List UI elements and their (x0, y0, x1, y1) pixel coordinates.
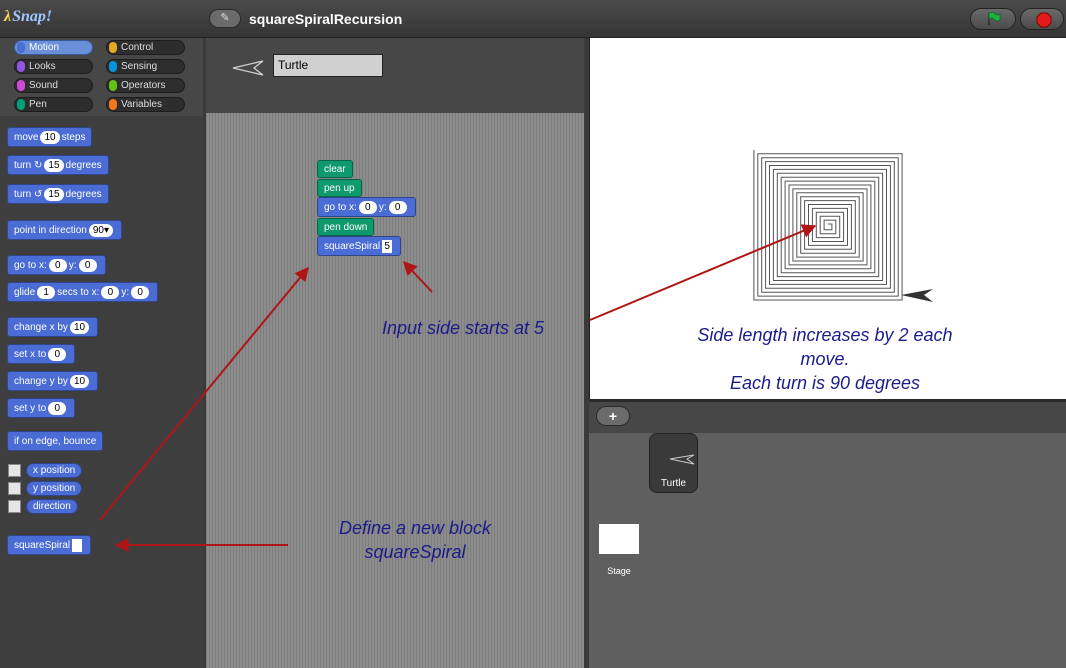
y-input[interactable]: 0 (78, 258, 97, 272)
go-to-xy-block[interactable]: go to x: 0 y: 0 (7, 255, 106, 275)
operators-color-dot (109, 80, 117, 91)
degrees-input[interactable]: 15 (44, 187, 64, 201)
y-position-reporter[interactable]: y position (26, 481, 83, 496)
category-control[interactable]: Control (106, 40, 185, 55)
pen-color-dot (17, 99, 25, 110)
go-to-xy-block[interactable]: go to x: 0 y: 0 (317, 197, 416, 217)
point-in-direction-block[interactable]: point in direction 90▾ (7, 220, 122, 240)
direction-checkbox[interactable] (8, 500, 21, 513)
sound-color-dot (17, 80, 25, 91)
category-sound[interactable]: Sound (14, 78, 93, 93)
change-y-block[interactable]: change y by 10 (7, 371, 99, 391)
turtle-sprite-icon (232, 60, 264, 76)
category-sensing[interactable]: Sensing (106, 59, 185, 74)
y-input[interactable]: 0 (131, 285, 150, 299)
project-title: squareSpiralRecursion (249, 11, 403, 27)
turn-counterclockwise-block[interactable]: turn ↺ 15 degrees (7, 184, 109, 204)
top-bar: λSnap! ✎ squareSpiralRecursion (0, 0, 1066, 38)
annotation-define-block: Define a new block squareSpiral (338, 518, 492, 562)
stage-thumbnail[interactable] (599, 524, 639, 554)
pencil-icon: ✎ (220, 12, 230, 24)
glide-block[interactable]: glide 1 secs to x: 0 y: 0 (7, 282, 159, 302)
snap-logo[interactable]: λSnap! (4, 8, 52, 26)
category-operators[interactable]: Operators (106, 78, 185, 93)
sprite-corral: Turtle Stage (589, 433, 1066, 668)
pen-up-block[interactable]: pen up (317, 179, 362, 197)
y-position-checkbox[interactable] (8, 482, 21, 495)
dx-input[interactable]: 10 (69, 320, 90, 334)
move-steps-block[interactable]: move 10 steps (7, 127, 93, 147)
sprite-thumbnail-turtle[interactable]: Turtle (649, 433, 698, 493)
y-input[interactable]: 0 (48, 401, 67, 415)
secs-input[interactable]: 1 (37, 285, 56, 299)
control-color-dot (109, 42, 117, 53)
side-input[interactable]: 5 (382, 239, 393, 253)
variables-color-dot (109, 99, 117, 110)
sprite-corral-bar: + (589, 399, 1066, 433)
category-motion[interactable]: Motion (14, 40, 93, 55)
square-spiral-call-block[interactable]: squareSpiral 5 (317, 236, 402, 256)
set-x-block[interactable]: set x to 0 (7, 344, 76, 364)
sensing-color-dot (109, 61, 117, 72)
x-position-reporter[interactable]: x position (26, 463, 83, 478)
green-flag-button[interactable] (970, 8, 1016, 30)
sprite-name-field[interactable]: Turtle (273, 54, 383, 77)
x-input[interactable]: 0 (48, 258, 67, 272)
direction-input[interactable]: 90▾ (88, 223, 113, 237)
change-x-block[interactable]: change x by 10 (7, 317, 99, 337)
pen-down-block[interactable]: pen down (317, 218, 375, 236)
square-spiral-block[interactable]: squareSpiral (7, 535, 92, 555)
looks-color-dot (17, 61, 25, 72)
set-y-block[interactable]: set y to 0 (7, 398, 76, 418)
y-input[interactable]: 0 (388, 200, 407, 214)
category-selector: Motion Control Looks Sensing Sound Opera… (0, 38, 203, 116)
stage-label: Stage (607, 566, 631, 576)
block-palette: move 10 steps turn ↻ 15 degrees turn ↺ 15 degr… (0, 116, 203, 668)
turtle-arrow-icon (669, 454, 695, 465)
annotation-side-length: Side length increases by 2 each move. Ea… (697, 325, 953, 393)
category-variables[interactable]: Variables (106, 97, 185, 112)
dy-input[interactable]: 10 (69, 374, 90, 388)
x-input[interactable]: 0 (101, 285, 120, 299)
turn-counterclockwise-icon: ↺ (34, 189, 43, 200)
turtle-sprite-icon (901, 289, 933, 302)
scripting-area[interactable]: clear pen up go to x: 0 y: 0 pen down squar… (206, 113, 584, 668)
turn-clockwise-icon: ↻ (34, 160, 43, 171)
stop-sign-icon (1036, 12, 1052, 28)
x-input[interactable]: 0 (48, 347, 67, 361)
direction-reporter[interactable]: direction (26, 499, 78, 514)
edit-project-button[interactable]: ✎ (209, 9, 241, 28)
degrees-input[interactable]: 15 (44, 158, 64, 172)
x-position-checkbox[interactable] (8, 464, 21, 477)
square-spiral-path (753, 149, 903, 301)
bounce-block[interactable]: if on edge, bounce (7, 431, 104, 451)
motion-color-dot (17, 42, 25, 53)
add-sprite-button[interactable]: + (596, 406, 630, 426)
category-pen[interactable]: Pen (14, 97, 93, 112)
category-looks[interactable]: Looks (14, 59, 93, 74)
annotation-input-side: Input side starts at 5 (381, 318, 545, 338)
flag-icon (988, 12, 1001, 25)
turn-clockwise-block[interactable]: turn ↻ 15 degrees (7, 155, 109, 175)
steps-input[interactable]: 10 (40, 130, 60, 144)
side-input[interactable] (72, 538, 83, 552)
dropdown-arrow-icon: ▾ (103, 224, 109, 236)
clear-block[interactable]: clear (317, 160, 353, 178)
x-input[interactable]: 0 (358, 200, 377, 214)
stop-button[interactable] (1020, 8, 1064, 30)
